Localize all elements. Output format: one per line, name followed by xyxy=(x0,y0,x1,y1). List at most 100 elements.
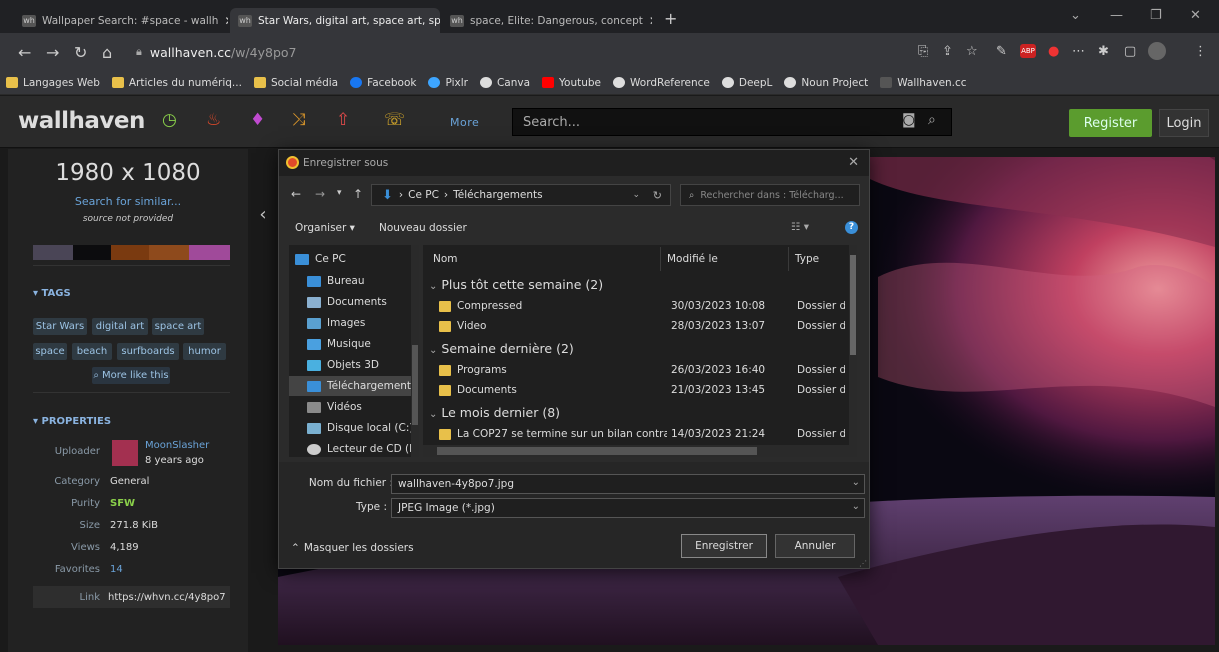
bookmark-noun-project[interactable]: Noun Project xyxy=(784,77,868,89)
tag-digital-art[interactable]: digital art xyxy=(92,318,148,335)
nav-ce-pc[interactable]: Ce PC xyxy=(295,249,417,269)
collapse-sidebar-chevron-icon[interactable]: ‹ xyxy=(252,200,274,230)
chevron-down-icon[interactable]: ⌄ xyxy=(852,477,860,488)
tab-wallpaper-search[interactable]: wh Wallpaper Search: #space - wallh ✕ xyxy=(14,8,228,33)
file-row-programs[interactable]: Programs 26/03/2023 16:40 Dossier de fic xyxy=(423,361,845,381)
bookmark-wordreference[interactable]: WordReference xyxy=(613,77,710,89)
hide-folders-toggle[interactable]: ⌃ Masquer les dossiers xyxy=(291,542,414,554)
toplist-gem-icon[interactable]: ♦ xyxy=(250,110,265,130)
up-folder-icon[interactable]: ↑ xyxy=(353,187,363,201)
group-header-this-week[interactable]: ⌄ Plus tôt cette semaine (2) xyxy=(429,277,603,292)
puzzle-icon[interactable]: ✱ xyxy=(1098,44,1109,59)
column-type-header[interactable]: Type xyxy=(789,247,847,271)
filename-input[interactable]: wallhaven-4y8po7.jpg ⌄ xyxy=(391,474,865,494)
close-tab-icon[interactable]: ✕ xyxy=(643,14,652,28)
nav-lecteur-cd[interactable]: Lecteur de CD (D xyxy=(307,439,419,457)
tags-section-header[interactable]: ▾ TAGS xyxy=(33,288,71,299)
column-modified-header[interactable]: Modifié le xyxy=(661,247,789,271)
random-shuffle-icon[interactable]: ⤨ xyxy=(292,110,306,130)
group-header-last-week[interactable]: ⌄ Semaine dernière (2) xyxy=(429,341,574,356)
tag-star-wars[interactable]: Star Wars xyxy=(33,318,87,335)
forums-chat-icon[interactable]: ☏ xyxy=(384,110,405,130)
nav-telechargements[interactable]: Téléchargements xyxy=(289,376,411,396)
nav-documents[interactable]: Documents xyxy=(307,292,419,312)
nav-scrollbar[interactable] xyxy=(411,245,419,457)
file-row-compressed[interactable]: Compressed 30/03/2023 10:08 Dossier de f… xyxy=(423,297,845,317)
refresh-icon[interactable]: ↻ xyxy=(653,189,662,202)
tag-humor[interactable]: humor xyxy=(183,343,226,360)
file-scrollbar-thumb[interactable] xyxy=(850,255,856,355)
translate-icon[interactable]: ⎘ xyxy=(918,44,928,59)
palette-swatch[interactable] xyxy=(33,245,73,260)
nav-scrollbar-thumb[interactable] xyxy=(412,345,418,425)
close-tab-icon[interactable]: ✕ xyxy=(218,14,228,28)
close-dialog-icon[interactable]: ✕ xyxy=(848,155,859,170)
bookmark-youtube[interactable]: Youtube xyxy=(542,77,601,89)
register-button[interactable]: Register xyxy=(1069,109,1152,137)
file-hscrollbar-thumb[interactable] xyxy=(437,447,757,455)
nav-disque-local[interactable]: Disque local (C:) xyxy=(307,418,419,438)
restore-icon[interactable]: ❐ xyxy=(1150,8,1162,23)
wallhaven-logo[interactable]: wallhaven xyxy=(18,108,145,134)
tab-search-icon[interactable]: ⌄ xyxy=(1070,8,1081,23)
more-menu[interactable]: More xyxy=(450,116,479,129)
home-icon[interactable]: ⌂ xyxy=(102,43,112,62)
bookmark-social-media[interactable]: Social média xyxy=(253,77,338,89)
bookmark-deepl[interactable]: DeepL xyxy=(721,77,772,89)
new-folder-button[interactable]: Nouveau dossier xyxy=(379,222,467,234)
file-row-documents[interactable]: Documents 21/03/2023 13:45 Dossier de fi… xyxy=(423,381,845,401)
uploader-name-link[interactable]: MoonSlasher xyxy=(145,440,209,451)
bookmark-star-icon[interactable]: ☆ xyxy=(966,44,978,59)
palette-swatch[interactable] xyxy=(189,245,230,260)
breadcrumb[interactable]: ⬇ › Ce PC › Téléchargements ⌄ ↻ xyxy=(371,184,671,206)
bookmark-facebook[interactable]: Facebook xyxy=(350,77,416,89)
url-bar[interactable]: 🔒︎ wallhaven.cc /w/4y8po7 xyxy=(136,39,904,65)
nav-images[interactable]: Images xyxy=(307,313,419,333)
bookmark-pixlr[interactable]: Pixlr xyxy=(428,77,468,89)
palette-swatch[interactable] xyxy=(111,245,149,260)
minimize-icon[interactable]: — xyxy=(1110,8,1123,23)
extension-red-icon[interactable]: ● xyxy=(1048,44,1059,59)
adblock-icon[interactable]: ABP xyxy=(1020,44,1036,58)
group-header-last-month[interactable]: ⌄ Le mois dernier (8) xyxy=(429,405,560,420)
tag-space-art[interactable]: space art xyxy=(152,318,204,335)
save-button[interactable]: Enregistrer xyxy=(681,534,767,558)
resize-grip-icon[interactable]: ⋰ xyxy=(859,559,867,568)
side-panel-icon[interactable]: ▢ xyxy=(1124,44,1136,59)
back-icon[interactable]: ← xyxy=(291,187,301,201)
search-input[interactable]: Search... xyxy=(512,108,952,136)
file-row-video[interactable]: Video 28/03/2023 13:07 Dossier de fic xyxy=(423,317,845,337)
bookmark-langages-web[interactable]: Langages Web xyxy=(6,77,100,89)
tag-space[interactable]: space xyxy=(33,343,67,360)
extension-dots-icon[interactable]: ⋯ xyxy=(1072,44,1085,59)
latest-clock-icon[interactable]: ◷ xyxy=(162,110,177,130)
new-tab-button[interactable]: + xyxy=(664,9,677,28)
breadcrumb-telechargements[interactable]: Téléchargements xyxy=(453,189,543,201)
back-icon[interactable]: ← xyxy=(18,43,31,62)
share-icon[interactable]: ⇪ xyxy=(942,44,953,59)
nav-musique[interactable]: Musique xyxy=(307,334,419,354)
file-row-cop27[interactable]: La COP27 se termine sur un bilan contras… xyxy=(423,425,845,445)
file-vertical-scrollbar[interactable] xyxy=(849,245,857,445)
more-like-this-button[interactable]: ⌕ More like this xyxy=(92,367,170,384)
filetype-select[interactable]: JPEG Image (*.jpg) ⌄ xyxy=(391,498,865,518)
tag-beach[interactable]: beach xyxy=(72,343,112,360)
recent-locations-chevron-icon[interactable]: ▾ xyxy=(337,188,342,198)
nav-bureau[interactable]: Bureau xyxy=(307,271,419,291)
breadcrumb-dropdown-icon[interactable]: ⌄ xyxy=(632,190,640,200)
palette-swatch[interactable] xyxy=(73,245,111,260)
tag-surfboards[interactable]: surfboards xyxy=(117,343,179,360)
search-similar-link[interactable]: Search for similar... xyxy=(0,195,256,208)
nav-videos[interactable]: Vidéos xyxy=(307,397,419,417)
tab-space-elite[interactable]: wh space, Elite: Dangerous, concept ✕ xyxy=(442,8,652,33)
profile-avatar-icon[interactable] xyxy=(1148,42,1166,60)
bookmark-articles[interactable]: Articles du numériq... xyxy=(111,77,242,89)
nav-objets-3d[interactable]: Objets 3D xyxy=(307,355,419,375)
folder-search-input[interactable]: ⌕ Rechercher dans : Télécharg... xyxy=(680,184,860,206)
help-icon[interactable]: ? xyxy=(845,221,858,234)
search-icon[interactable]: ⌕ xyxy=(928,112,936,128)
tab-star-wars[interactable]: wh Star Wars, digital art, space art, sp… xyxy=(230,8,440,33)
properties-section-header[interactable]: ▾ PROPERTIES xyxy=(33,416,111,427)
extension-icon[interactable]: ✎ xyxy=(996,44,1007,59)
reload-icon[interactable]: ↻ xyxy=(74,43,87,62)
